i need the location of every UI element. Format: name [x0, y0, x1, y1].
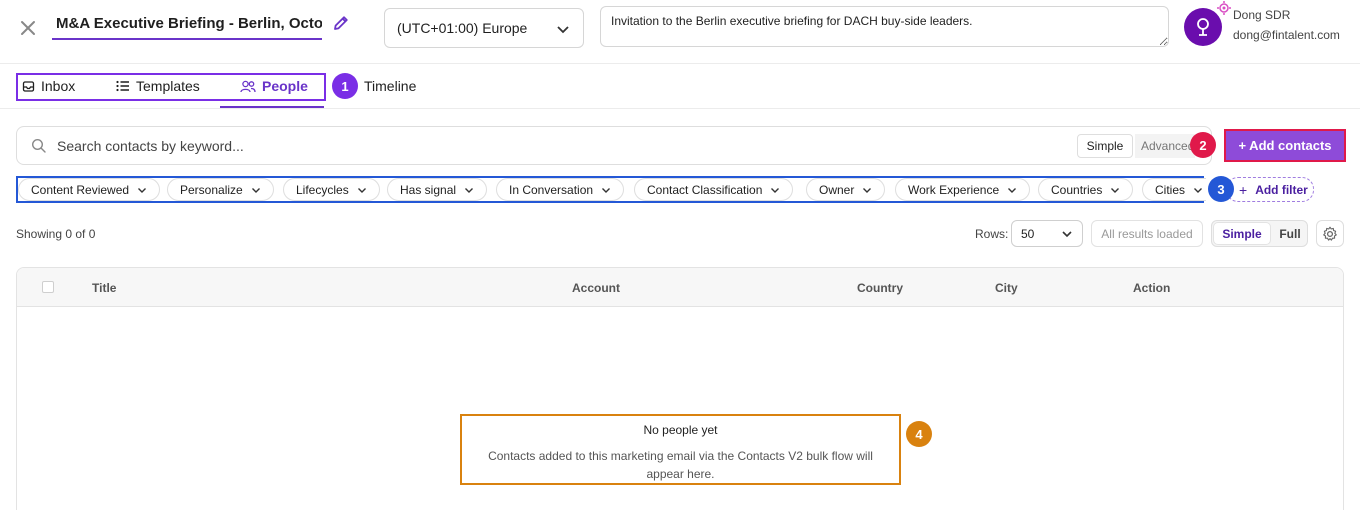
column-account[interactable]: Account	[572, 281, 620, 295]
empty-state-description: Contacts added to this marketing email v…	[488, 449, 873, 481]
filter-label: Lifecycles	[296, 182, 349, 197]
empty-state-title: No people yet	[643, 423, 718, 437]
filter-label: Content Reviewed	[31, 182, 130, 197]
filter-label: Contact Classification	[647, 182, 763, 197]
description-textarea[interactable]	[600, 6, 1169, 47]
filter-label: Has signal	[400, 182, 457, 197]
filter-content-reviewed[interactable]: Content Reviewed	[18, 178, 161, 201]
empty-state: No people yet Contacts added to this mar…	[460, 414, 901, 485]
timezone-select[interactable]: (UTC+01:00) Europe	[384, 8, 584, 48]
column-country[interactable]: Country	[857, 281, 903, 295]
filter-lifecycles[interactable]: Lifecycles	[283, 178, 380, 201]
filter-in-conversation[interactable]: In Conversation	[496, 178, 625, 201]
chevron-down-icon	[1007, 185, 1017, 195]
chevron-down-icon	[251, 185, 261, 195]
rows-value: 50	[1021, 226, 1035, 241]
pencil-icon[interactable]	[332, 14, 350, 32]
filter-work-experience[interactable]: Work Experience	[895, 178, 1031, 201]
user-email: dong@fintalent.com	[1233, 28, 1340, 42]
campaign-title-field[interactable]: M&A Executive Briefing - Berlin, October…	[52, 10, 322, 40]
location-pin-icon	[1197, 18, 1209, 36]
filter-label: Countries	[1051, 182, 1103, 197]
close-button[interactable]	[16, 16, 40, 40]
chevron-down-icon	[557, 26, 569, 34]
annotation-marker-1: 1	[332, 73, 358, 99]
chevron-down-icon	[464, 185, 474, 195]
tab-timeline-label: Timeline	[364, 78, 417, 94]
table-header: Title Account Country City Action	[17, 268, 1343, 307]
results-count: Showing 0 of 0	[16, 227, 96, 241]
filter-countries[interactable]: Countries	[1038, 178, 1134, 201]
chevron-down-icon	[1062, 231, 1072, 238]
annotation-marker-4: 4	[906, 421, 932, 447]
table-settings-button[interactable]	[1316, 220, 1344, 247]
campaign-title[interactable]: M&A Executive Briefing - Berlin, October…	[52, 10, 322, 38]
view-simple-button[interactable]: Simple	[1214, 223, 1270, 244]
rows-per-page-select[interactable]: 50	[1011, 220, 1083, 247]
view-full-button[interactable]: Full	[1274, 223, 1306, 244]
select-all-checkbox[interactable]	[42, 281, 54, 293]
add-contacts-button[interactable]: + Add contacts	[1224, 129, 1346, 162]
plus-icon: +	[1239, 181, 1248, 198]
search-bar: Simple Advanced	[16, 126, 1212, 165]
search-mode-simple[interactable]: Simple	[1077, 134, 1133, 158]
header: M&A Executive Briefing - Berlin, October…	[0, 0, 1360, 64]
chevron-down-icon	[137, 185, 147, 195]
gear-badge-icon	[1217, 1, 1231, 15]
add-filter-button[interactable]: + Add filter	[1226, 177, 1314, 202]
add-filter-label: Add filter	[1255, 182, 1308, 197]
annotation-box-tabs	[16, 73, 326, 101]
filter-label: Cities	[1155, 182, 1186, 197]
filter-label: Work Experience	[908, 182, 1000, 197]
chevron-down-icon	[601, 185, 611, 195]
search-mode-advanced[interactable]: Advanced	[1135, 134, 1195, 158]
search-icon	[31, 138, 46, 153]
chevron-down-icon	[1110, 185, 1120, 195]
filter-label: Personalize	[180, 182, 243, 197]
annotation-marker-3: 3	[1208, 176, 1234, 202]
tab-timeline[interactable]: Timeline	[364, 75, 416, 97]
timezone-value: (UTC+01:00) Europe	[397, 20, 528, 36]
rows-label: Rows:	[975, 227, 1009, 241]
filter-owner[interactable]: Owner	[806, 178, 886, 201]
filter-cities[interactable]: Cities	[1142, 178, 1206, 201]
user-name: Dong SDR	[1233, 8, 1291, 22]
chevron-down-icon	[770, 185, 780, 195]
chevron-down-icon	[357, 185, 367, 195]
column-action: Action	[1133, 281, 1171, 295]
column-city[interactable]: City	[995, 281, 1018, 295]
chevron-down-icon	[1193, 185, 1203, 195]
gear-icon	[1323, 226, 1337, 241]
chevron-down-icon	[862, 185, 872, 195]
close-icon[interactable]	[20, 20, 36, 36]
filter-contact-classification[interactable]: Contact Classification	[634, 178, 794, 201]
edit-title-button[interactable]	[332, 14, 352, 34]
filter-label: In Conversation	[509, 182, 594, 197]
view-mode-toggle: Simple Full	[1211, 220, 1308, 247]
annotation-marker-2: 2	[1190, 132, 1216, 158]
active-tab-indicator	[220, 106, 324, 108]
filter-personalize[interactable]: Personalize	[167, 178, 274, 201]
filter-has-signal[interactable]: Has signal	[387, 178, 488, 201]
column-title[interactable]: Title	[92, 281, 116, 295]
filter-label: Owner	[819, 182, 855, 197]
search-input[interactable]	[57, 135, 957, 157]
all-results-loaded-button: All results loaded	[1091, 220, 1203, 247]
